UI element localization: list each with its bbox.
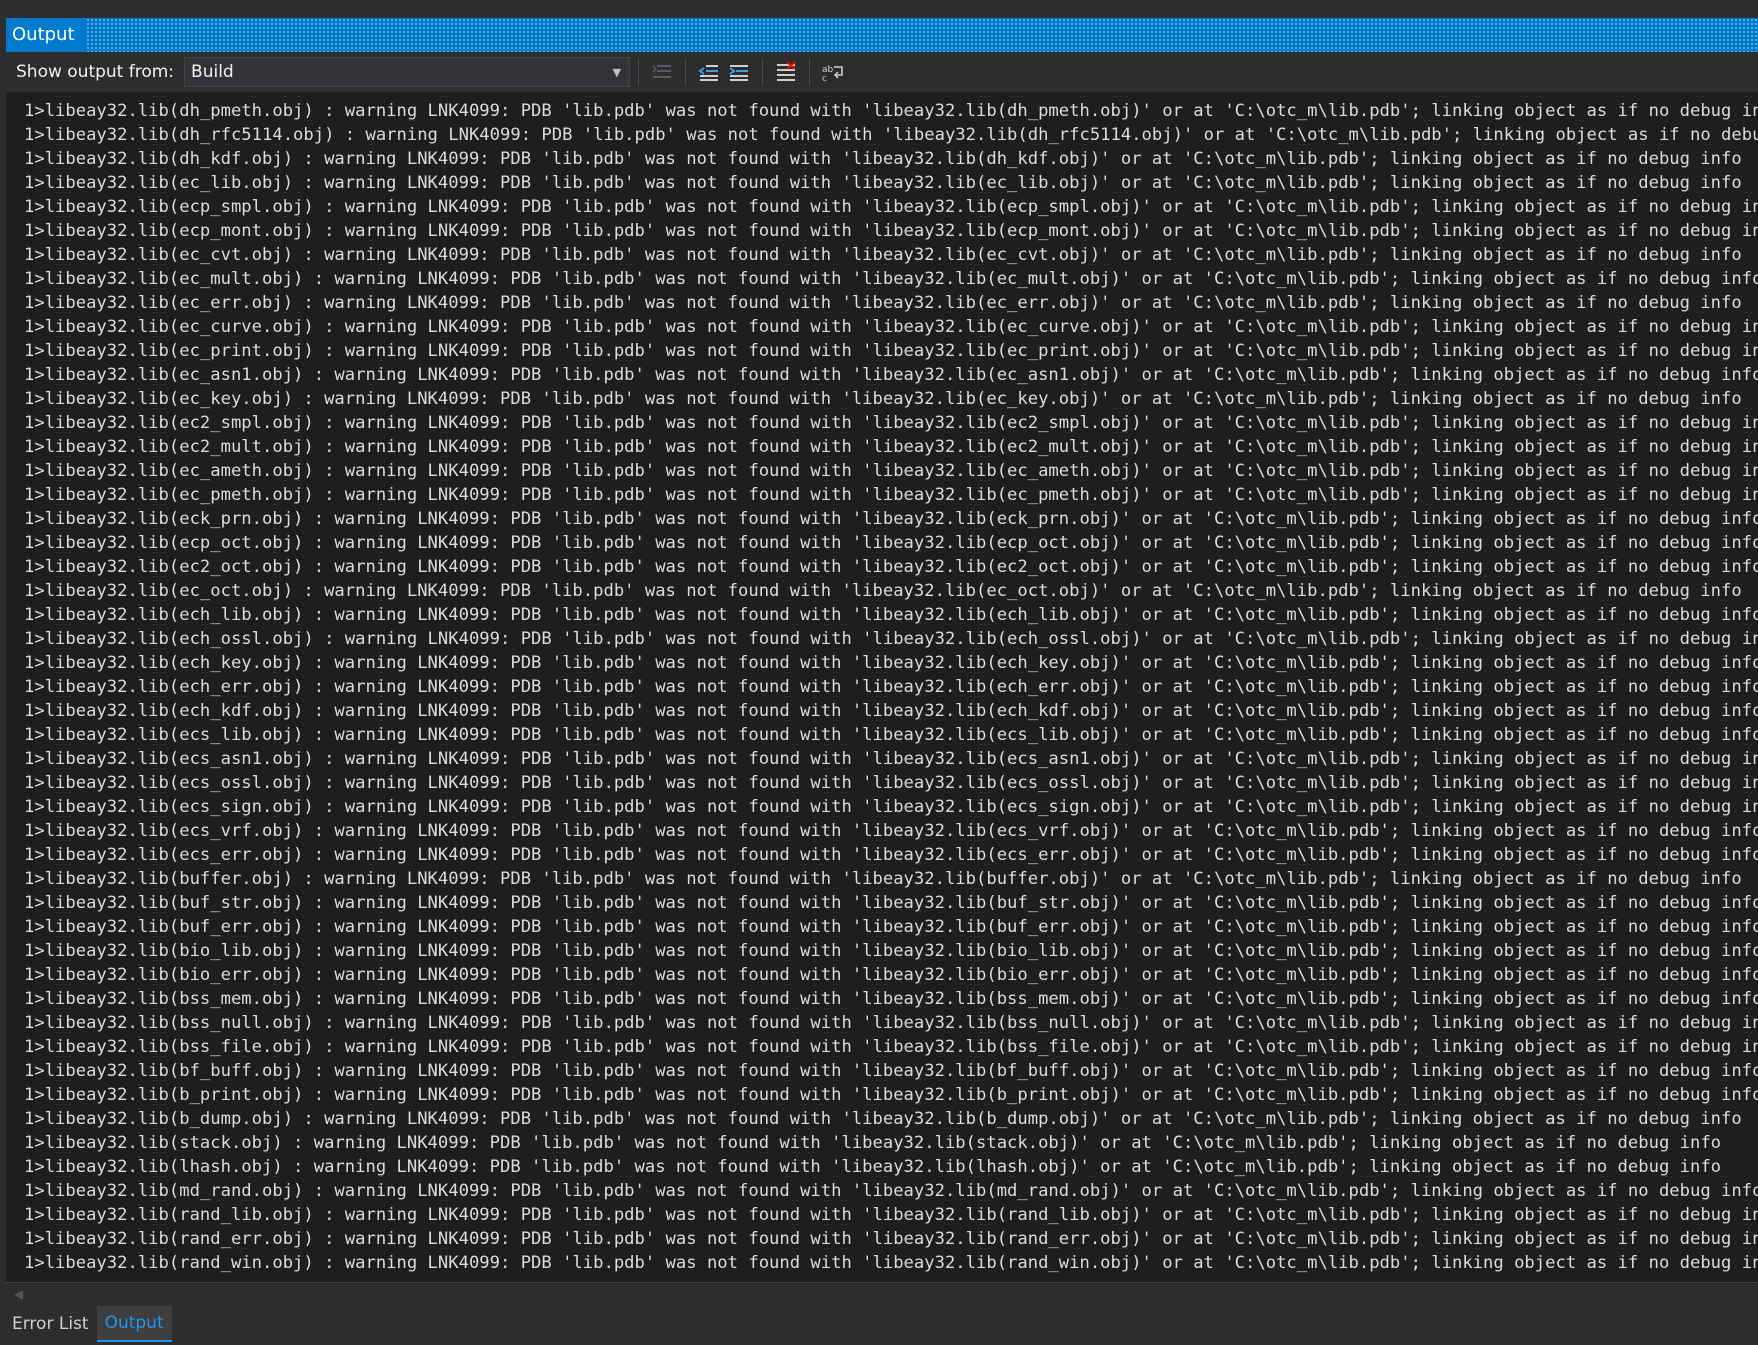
- log-line: 1>libeay32.lib(ech_lib.obj) : warning LN…: [24, 605, 1758, 625]
- log-line: 1>libeay32.lib(bss_file.obj) : warning L…: [24, 1037, 1758, 1057]
- log-line: 1>libeay32.lib(rand_lib.obj) : warning L…: [24, 1205, 1758, 1225]
- svg-text:c: c: [822, 74, 827, 82]
- log-line: 1>libeay32.lib(ecs_vrf.obj) : warning LN…: [24, 821, 1758, 841]
- log-line: 1>libeay32.lib(buf_err.obj) : warning LN…: [24, 917, 1758, 937]
- go-to-previous-message-icon[interactable]: [694, 57, 724, 87]
- log-line: 1>libeay32.lib(ecs_sign.obj) : warning L…: [24, 797, 1758, 817]
- output-source-dropdown[interactable]: Build ▼: [184, 57, 631, 87]
- toolbar-separator: [809, 58, 811, 86]
- log-line: 1>libeay32.lib(ec_asn1.obj) : warning LN…: [24, 365, 1758, 385]
- log-line: 1>libeay32.lib(ec2_oct.obj) : warning LN…: [24, 557, 1758, 577]
- log-line: 1>libeay32.lib(bss_null.obj) : warning L…: [24, 1013, 1758, 1033]
- show-output-from-label: Show output from:: [16, 62, 175, 82]
- log-line: 1>libeay32.lib(ec_lib.obj) : warning LNK…: [24, 173, 1742, 193]
- output-toolbar: Show output from: Build ▼ ab c: [6, 52, 1758, 92]
- output-window: Output Show output from: Build ▼ ab c 1>…: [0, 0, 1758, 1345]
- log-line: 1>libeay32.lib(ecp_smpl.obj) : warning L…: [24, 197, 1758, 217]
- title-bar[interactable]: Output: [6, 18, 1758, 52]
- log-line: 1>libeay32.lib(ecs_lib.obj) : warning LN…: [24, 725, 1758, 745]
- log-lines: 1>libeay32.lib(dh_pmeth.obj) : warning L…: [24, 99, 1758, 1275]
- toolbar-separator: [762, 58, 764, 86]
- scroll-left-icon[interactable]: ◀: [14, 1287, 23, 1301]
- toolbar-separator: [638, 58, 640, 86]
- log-line: 1>libeay32.lib(lhash.obj) : warning LNK4…: [24, 1157, 1722, 1177]
- log-line: 1>libeay32.lib(b_dump.obj) : warning LNK…: [24, 1109, 1742, 1129]
- log-line: 1>libeay32.lib(ec_curve.obj) : warning L…: [24, 317, 1758, 337]
- log-line: 1>libeay32.lib(ec2_smpl.obj) : warning L…: [24, 413, 1758, 433]
- log-line: 1>libeay32.lib(rand_err.obj) : warning L…: [24, 1229, 1758, 1249]
- find-message-in-code-icon[interactable]: [647, 57, 677, 87]
- clear-all-icon[interactable]: [771, 57, 801, 87]
- log-line: 1>libeay32.lib(dh_kdf.obj) : warning LNK…: [24, 149, 1742, 169]
- log-line: 1>libeay32.lib(ec_mult.obj) : warning LN…: [24, 269, 1758, 289]
- output-source-value: Build: [191, 62, 234, 82]
- log-line: 1>libeay32.lib(bio_err.obj) : warning LN…: [24, 965, 1758, 985]
- log-line: 1>libeay32.lib(ecs_ossl.obj) : warning L…: [24, 773, 1758, 793]
- log-line: 1>libeay32.lib(ech_kdf.obj) : warning LN…: [24, 701, 1758, 721]
- log-line: 1>libeay32.lib(eck_prn.obj) : warning LN…: [24, 509, 1758, 529]
- log-line: 1>libeay32.lib(ecs_err.obj) : warning LN…: [24, 845, 1758, 865]
- log-line: 1>libeay32.lib(ec_oct.obj) : warning LNK…: [24, 581, 1742, 601]
- chevron-down-icon: ▼: [612, 65, 622, 79]
- log-line: 1>libeay32.lib(ec2_mult.obj) : warning L…: [24, 437, 1758, 457]
- log-line: 1>libeay32.lib(ech_key.obj) : warning LN…: [24, 653, 1758, 673]
- log-line: 1>libeay32.lib(ecp_oct.obj) : warning LN…: [24, 533, 1758, 553]
- log-line: 1>libeay32.lib(ecs_asn1.obj) : warning L…: [24, 749, 1758, 769]
- log-line: 1>libeay32.lib(ec_pmeth.obj) : warning L…: [24, 485, 1758, 505]
- top-strip: [0, 0, 1758, 18]
- log-line: 1>libeay32.lib(ec_key.obj) : warning LNK…: [24, 389, 1742, 409]
- log-line: 1>libeay32.lib(bio_lib.obj) : warning LN…: [24, 941, 1758, 961]
- log-line: 1>libeay32.lib(md_rand.obj) : warning LN…: [24, 1181, 1758, 1201]
- log-line: 1>libeay32.lib(bf_buff.obj) : warning LN…: [24, 1061, 1758, 1081]
- bottom-tab-strip: Error List Output: [0, 1306, 1758, 1345]
- log-line: 1>libeay32.lib(ec_err.obj) : warning LNK…: [24, 293, 1742, 313]
- window-title: Output: [6, 18, 85, 52]
- log-line: 1>libeay32.lib(stack.obj) : warning LNK4…: [24, 1133, 1722, 1153]
- log-line: 1>libeay32.lib(dh_rfc5114.obj) : warning…: [24, 125, 1758, 145]
- log-line: 1>libeay32.lib(rand_win.obj) : warning L…: [24, 1253, 1758, 1273]
- log-line: 1>libeay32.lib(ec_print.obj) : warning L…: [24, 341, 1758, 361]
- log-line: 1>libeay32.lib(buffer.obj) : warning LNK…: [24, 869, 1742, 889]
- log-line: 1>libeay32.lib(dh_pmeth.obj) : warning L…: [24, 101, 1758, 121]
- log-line: 1>libeay32.lib(ech_ossl.obj) : warning L…: [24, 629, 1758, 649]
- log-line: 1>libeay32.lib(b_print.obj) : warning LN…: [24, 1085, 1758, 1105]
- log-line: 1>libeay32.lib(ech_err.obj) : warning LN…: [24, 677, 1758, 697]
- log-line: 1>libeay32.lib(ec_ameth.obj) : warning L…: [24, 461, 1758, 481]
- toggle-word-wrap-icon[interactable]: ab c: [818, 57, 848, 87]
- output-log[interactable]: 1>libeay32.lib(dh_pmeth.obj) : warning L…: [6, 92, 1758, 1282]
- tab-output[interactable]: Output: [96, 1306, 172, 1342]
- go-to-next-message-icon[interactable]: [724, 57, 754, 87]
- tab-error-list[interactable]: Error List: [4, 1306, 97, 1342]
- horizontal-scrollbar[interactable]: ◀: [6, 1282, 1758, 1307]
- log-line: 1>libeay32.lib(ec_cvt.obj) : warning LNK…: [24, 245, 1742, 265]
- log-line: 1>libeay32.lib(ecp_mont.obj) : warning L…: [24, 221, 1758, 241]
- toolbar-separator: [685, 58, 687, 86]
- log-line: 1>libeay32.lib(bss_mem.obj) : warning LN…: [24, 989, 1758, 1009]
- log-line: 1>libeay32.lib(buf_str.obj) : warning LN…: [24, 893, 1758, 913]
